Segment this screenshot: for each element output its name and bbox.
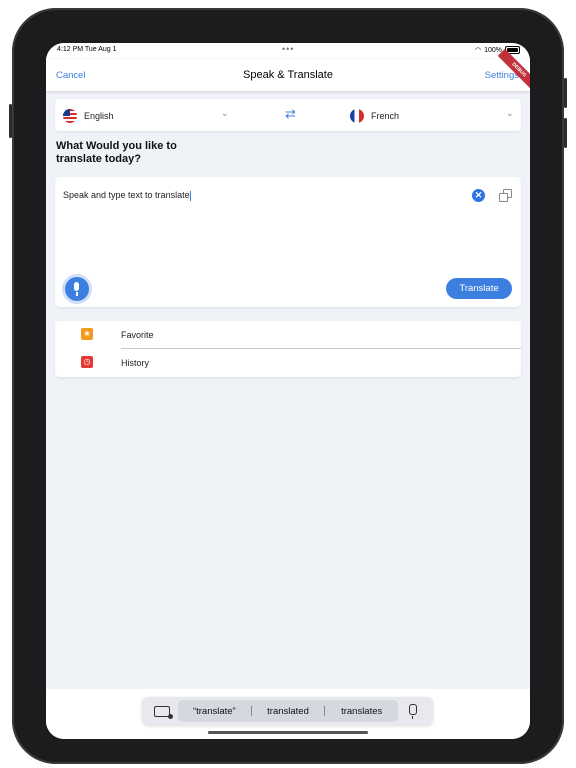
input-placeholder: Speak and type text to translate [63,190,190,200]
clock-icon: ◷ [81,356,93,368]
translation-input-card: Speak and type text to translate ✕ Trans… [55,177,521,307]
source-language-label: English [84,111,114,121]
target-language-label: French [371,111,400,121]
microphone-icon [74,282,79,291]
suggestion-2[interactable]: translated [252,706,325,717]
page-title: Speak & Translate [243,69,333,81]
target-language-selector[interactable]: French [350,109,399,123]
home-indicator[interactable] [208,731,368,734]
keyboard-icon[interactable] [154,706,173,719]
us-flag-icon [63,109,77,123]
volume-down-button [564,118,567,148]
chevron-down-icon[interactable]: ⌄ [221,108,229,119]
chevron-down-icon[interactable]: ⌄ [506,108,514,119]
language-selector-bar: English ⌄ ⇄ French ⌄ [55,99,521,131]
text-caret [189,190,191,201]
swap-languages-icon[interactable]: ⇄ [285,106,296,122]
microphone-button[interactable] [65,277,89,301]
prompt-heading: What Would you like to translate today? [56,140,177,165]
copy-icon[interactable] [499,189,512,202]
source-language-selector[interactable]: English [63,109,114,123]
clear-icon[interactable]: ✕ [472,189,485,202]
keyboard-shortcut-bar: “translate” translated translates [142,697,433,725]
volume-up-button [564,78,567,108]
text-input[interactable]: Speak and type text to translate [63,190,191,201]
list-item-favorite[interactable]: ★ Favorite [55,321,521,349]
list-item-history[interactable]: ◷ History [55,349,521,377]
favorite-label: Favorite [121,330,154,340]
star-icon: ★ [81,328,93,340]
suggestion-1[interactable]: “translate” [178,706,251,717]
battery-indicator: ◠ 100% [475,46,520,54]
screen: 4:12 PM Tue Aug 1 ••• ◠ 100% Cancel Spea… [46,43,530,739]
predictive-suggestions: “translate” translated translates [178,700,398,722]
multitask-dots[interactable]: ••• [282,44,294,54]
french-flag-icon [350,109,364,123]
status-bar: 4:12 PM Tue Aug 1 ••• ◠ 100% [46,43,530,59]
suggestion-3[interactable]: translates [325,706,398,717]
nav-bar: Cancel Speak & Translate Settings DEBUG [46,48,530,92]
status-time: 4:12 PM Tue Aug 1 [57,46,117,53]
dictation-mic-icon[interactable] [409,704,417,719]
menu-list: ★ Favorite ◷ History [55,321,521,377]
volume-button [9,104,12,138]
translate-button[interactable]: Translate [446,278,512,299]
history-label: History [121,358,150,368]
wifi-icon: ◠ [474,47,482,54]
